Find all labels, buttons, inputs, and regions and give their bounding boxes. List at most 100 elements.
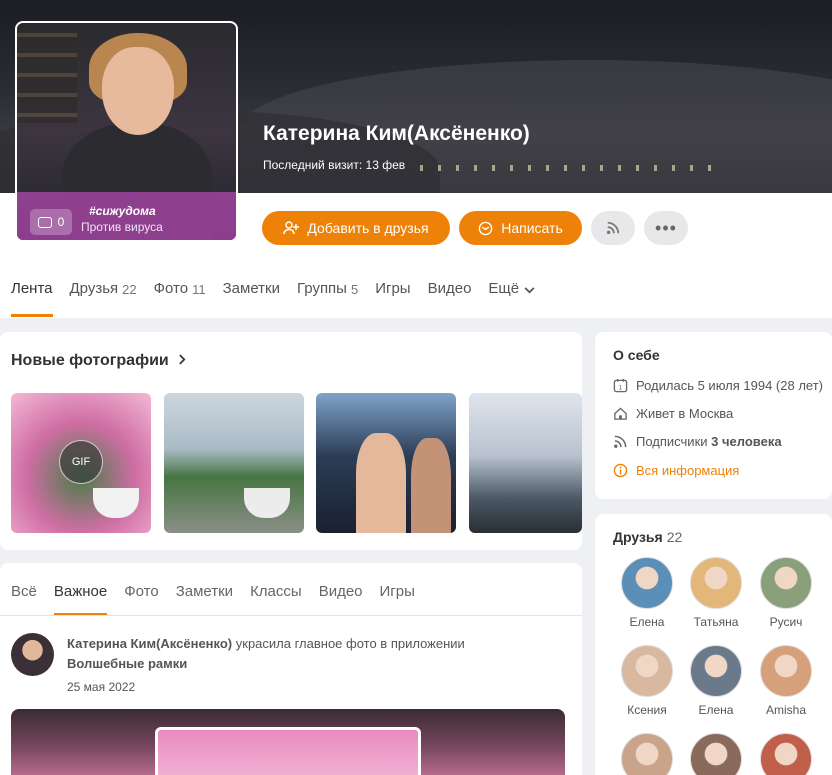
friend-avatar [690, 557, 742, 609]
feed-tab-notes[interactable]: Заметки [176, 583, 233, 600]
friend-avatar [621, 733, 673, 775]
friends-title-text: Друзья [613, 529, 663, 545]
more-options-button[interactable]: ••• [644, 211, 688, 245]
tab-label: Заметки [222, 280, 280, 297]
avatar-face [102, 47, 174, 135]
gif-badge: GIF [59, 440, 103, 484]
rss-icon [614, 435, 627, 448]
tab-label: Группы [296, 280, 347, 297]
post-image-frame [155, 727, 421, 775]
feed-tab-photo[interactable]: Фото [124, 583, 158, 600]
tab-feed[interactable]: Лента [11, 280, 53, 318]
post-date: 25 мая 2022 [67, 680, 136, 694]
profile-avatar[interactable]: #сижудома Против вируса 0 [15, 21, 238, 242]
add-friend-label: Добавить в друзья [307, 220, 429, 236]
friend-item[interactable]: Amisha [756, 645, 816, 717]
post-app-link[interactable]: Волшебные рамки [67, 656, 187, 671]
feed-tab-all[interactable]: Всё [11, 583, 37, 600]
tab-count: 22 [122, 282, 137, 297]
more-dots-icon: ••• [655, 218, 677, 238]
tab-notes[interactable]: Заметки [223, 280, 280, 318]
feed-tab-important[interactable]: Важное [53, 583, 108, 616]
photo-content [411, 438, 451, 533]
about-subscribers[interactable]: Подписчики 3 человека [613, 434, 782, 449]
tab-photos[interactable]: Фото 11 [154, 280, 206, 318]
add-friend-button[interactable]: Добавить в друзья [262, 211, 450, 245]
avatar-background [17, 33, 77, 123]
friend-item[interactable]: Русич [756, 557, 816, 629]
subscribers-count: 3 человека [711, 434, 782, 449]
svg-text:1: 1 [619, 385, 623, 392]
tab-games[interactable]: Игры [375, 280, 410, 318]
add-person-icon [283, 221, 300, 235]
photo-content [244, 488, 290, 518]
tab-friends[interactable]: Друзья 22 [70, 280, 137, 318]
about-birthday: 1 Родилась 5 июля 1994 (28 лет) [613, 378, 823, 393]
post-author-link[interactable]: Катерина Ким(Аксёненко) [67, 636, 232, 651]
all-info-link[interactable]: Вся информация [613, 463, 739, 478]
post-action-text: украсила главное фото в приложении [232, 636, 465, 651]
friends-card: Друзья 22 Елена Татьяна Русич Ксения Елена Ami… [595, 514, 832, 775]
chevron-right-icon [179, 354, 186, 365]
feed-card: Всё Важное Фото Заметки Классы Видео Игр… [0, 563, 582, 775]
photo-thumbnail[interactable] [469, 393, 582, 533]
friend-name: Ксения [627, 703, 667, 717]
photo-content [356, 433, 406, 533]
friend-item[interactable]: Ксения [617, 645, 677, 717]
friend-item[interactable] [617, 733, 677, 775]
post-image[interactable] [11, 709, 565, 775]
photo-thumbnail[interactable] [316, 393, 456, 533]
tab-label: Видео [427, 280, 472, 297]
tab-label: Игры [375, 280, 411, 297]
avatar-comments-count: 0 [57, 215, 65, 229]
about-title: О себе [613, 347, 660, 363]
about-card: О себе 1 Родилась 5 июля 1994 (28 лет) Ж… [595, 332, 832, 499]
cover-lights [420, 165, 720, 171]
photo-thumbnail[interactable] [164, 393, 304, 533]
friend-name: Татьяна [693, 615, 739, 629]
profile-tabs: Лента Друзья 22 Фото 11 Заметки Группы 5 Иг… [0, 280, 541, 318]
friends-title[interactable]: Друзья 22 [613, 529, 682, 545]
profile-name: Катерина Ким(Аксёненко) [263, 122, 530, 145]
envelope-icon [478, 221, 493, 235]
about-birthday-text: Родилась 5 июля 1994 (28 лет) [636, 378, 823, 393]
tab-video[interactable]: Видео [428, 280, 472, 318]
feed-tab-games[interactable]: Игры [380, 583, 415, 600]
comment-icon [37, 216, 52, 228]
write-message-button[interactable]: Написать [459, 211, 582, 245]
feed-tab-likes[interactable]: Классы [250, 583, 302, 600]
avatar-comments-button[interactable]: 0 [30, 209, 72, 235]
friend-item[interactable]: Елена [617, 557, 677, 629]
feed-filter-tabs: Всё Важное Фото Заметки Классы Видео Игр… [0, 583, 421, 616]
tab-more[interactable]: Ещё [488, 280, 535, 318]
friends-count: 22 [666, 529, 683, 545]
tab-label: Ещё [488, 280, 520, 297]
friend-item[interactable] [686, 733, 746, 775]
tab-label: Лента [11, 280, 53, 297]
friend-item[interactable]: Татьяна [686, 557, 746, 629]
info-icon [613, 463, 628, 478]
all-info-label: Вся информация [636, 463, 740, 478]
photo-thumbnail[interactable]: GIF [11, 393, 151, 533]
friend-name: Русич [769, 615, 803, 629]
chevron-down-icon [524, 287, 535, 294]
feed-tab-video[interactable]: Видео [319, 583, 363, 600]
friend-item[interactable]: Елена [686, 645, 746, 717]
friend-avatar [760, 645, 812, 697]
subscribe-button[interactable] [591, 211, 635, 245]
tab-label: Фото [153, 280, 189, 297]
rss-icon [606, 221, 620, 235]
post-author-avatar[interactable] [11, 633, 54, 676]
tab-groups[interactable]: Группы 5 [297, 280, 358, 318]
friend-item[interactable] [756, 733, 816, 775]
write-message-label: Написать [501, 220, 563, 236]
friend-avatar [690, 733, 742, 775]
new-photos-title[interactable]: Новые фотографии [11, 352, 186, 370]
friend-avatar [690, 645, 742, 697]
photo-content [93, 488, 139, 518]
last-visit: Последний визит: 13 фев [263, 158, 406, 172]
friend-avatar [621, 645, 673, 697]
friend-avatar [621, 557, 673, 609]
tab-label: Друзья [69, 280, 119, 297]
friend-name: Елена [698, 703, 734, 717]
